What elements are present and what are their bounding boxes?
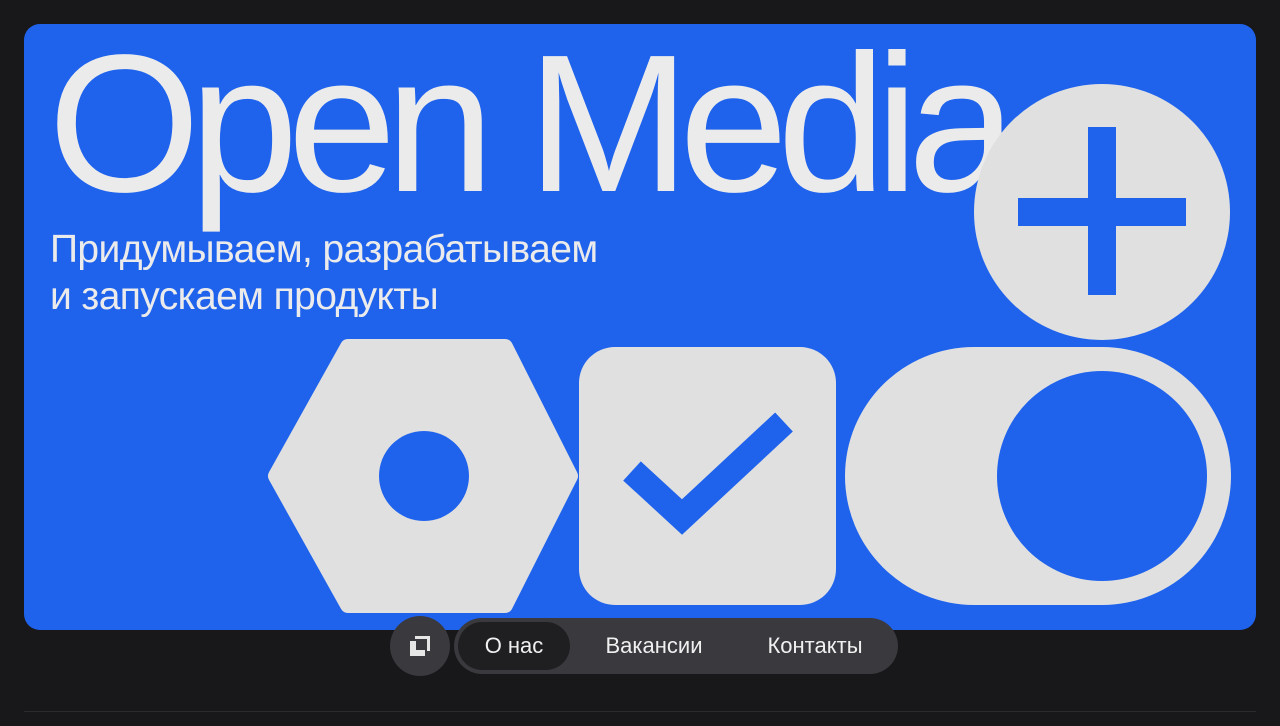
hero-banner: Open Media Придумываем, разрабатываем и … bbox=[24, 24, 1256, 630]
footer-divider bbox=[24, 711, 1256, 712]
plus-icon bbox=[974, 84, 1230, 340]
hex-nut-icon bbox=[268, 339, 578, 613]
toggle-switch-icon bbox=[845, 347, 1231, 605]
page: Open Media Придумываем, разрабатываем и … bbox=[0, 0, 1280, 726]
nav-item-vacancies[interactable]: Вакансии bbox=[584, 622, 724, 670]
nav-menu: О нас Вакансии Контакты bbox=[454, 618, 898, 674]
open-media-logo-icon bbox=[410, 636, 430, 656]
bottom-navigation: О нас Вакансии Контакты bbox=[390, 616, 898, 676]
checkbox-check-icon bbox=[579, 347, 836, 605]
nav-item-contacts[interactable]: Контакты bbox=[740, 622, 890, 670]
logo-button[interactable] bbox=[390, 616, 450, 676]
hero-illustration bbox=[268, 84, 1231, 613]
nav-item-about[interactable]: О нас bbox=[458, 622, 570, 670]
